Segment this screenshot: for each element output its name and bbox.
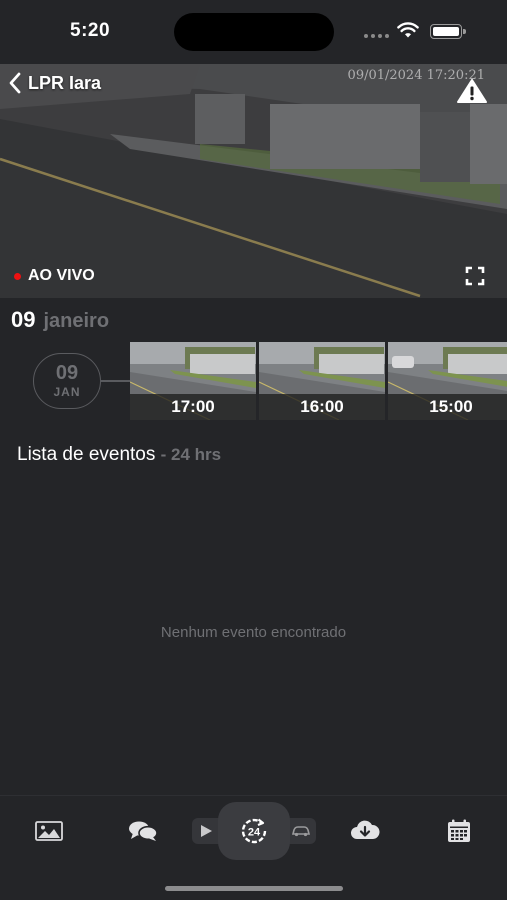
- thumbnail-time: 17:00: [130, 394, 256, 420]
- wifi-icon: [397, 22, 419, 38]
- live-dot: [14, 272, 21, 280]
- fullscreen-icon[interactable]: [465, 266, 485, 286]
- live-label: AO VIVO: [28, 267, 95, 284]
- back-button[interactable]: LPR Iara: [8, 72, 101, 94]
- nav-chat-button[interactable]: [127, 816, 159, 846]
- camera-title: LPR Iara: [28, 72, 102, 93]
- play-icon: [201, 825, 212, 837]
- live-video[interactable]: 09/01/2024 17:20:21 LPR Iara AO VIVO: [0, 64, 507, 298]
- recording-thumbnails: 17:00 16:00 15:00: [130, 342, 507, 420]
- image-icon: [35, 821, 63, 841]
- svg-text:24: 24: [248, 827, 261, 839]
- bottom-nav: 24: [0, 795, 507, 900]
- warning-icon[interactable]: [456, 78, 488, 104]
- events-title-label: Lista de eventos: [17, 444, 156, 465]
- signal-icon: [364, 34, 389, 38]
- nav-download-button[interactable]: [349, 816, 381, 846]
- car-icon: [291, 826, 311, 837]
- cloud-download-icon: [351, 820, 380, 839]
- nav-calendar-button[interactable]: [443, 816, 475, 846]
- events-title: Lista de eventos - 24 hrs: [17, 444, 221, 466]
- recording-thumbnail[interactable]: 15:00: [388, 342, 507, 420]
- nav-play-button[interactable]: [192, 818, 220, 844]
- chat-icon: [129, 821, 158, 841]
- thumbnail-time: 15:00: [388, 394, 507, 420]
- chevron-left-icon: [9, 72, 21, 94]
- date-day: 09: [11, 307, 36, 332]
- day-marker[interactable]: 09 JAN: [33, 353, 101, 409]
- day-marker-number: 09: [55, 362, 79, 384]
- 24h-icon: 24: [241, 818, 267, 844]
- status-bar: 5:20: [0, 0, 507, 64]
- dynamic-island: [174, 13, 334, 51]
- day-marker-month: JAN: [53, 385, 81, 399]
- calendar-icon: [448, 819, 470, 842]
- battery-icon: [430, 24, 466, 39]
- live-indicator: AO VIVO: [14, 267, 95, 285]
- empty-events-message: Nenhum evento encontrado: [160, 624, 347, 641]
- recording-thumbnail[interactable]: 16:00: [259, 342, 385, 420]
- events-range: - 24 hrs: [160, 445, 222, 464]
- status-time: 5:20: [70, 20, 111, 41]
- nav-image-button[interactable]: [33, 816, 65, 846]
- date-month: janeiro: [43, 310, 110, 332]
- nav-24h-button[interactable]: 24: [218, 802, 290, 860]
- home-indicator[interactable]: [165, 886, 343, 891]
- timeline-connector: [101, 380, 131, 382]
- date-header: 09 janeiro: [11, 307, 109, 333]
- recording-thumbnail[interactable]: 17:00: [130, 342, 256, 420]
- nav-car-button[interactable]: [287, 818, 315, 844]
- thumbnail-time: 16:00: [259, 394, 385, 420]
